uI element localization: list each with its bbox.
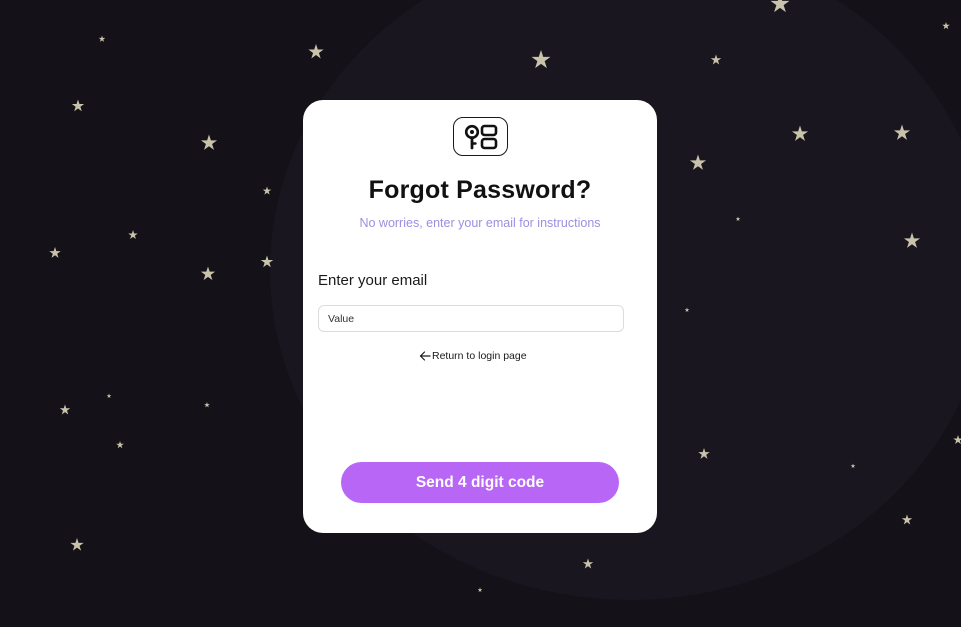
email-label: Enter your email [318,272,428,289]
send-code-button[interactable]: Send 4 digit code [341,462,619,503]
page-subtitle: No worries, enter your email for instruc… [359,216,601,230]
arrow-left-icon [419,351,431,361]
key-icon [461,123,501,151]
page-title: Forgot Password? [368,176,592,204]
email-input[interactable] [318,305,624,332]
return-to-login-label: Return to login page [432,350,527,362]
app-logo [453,117,508,156]
forgot-password-card: Forgot Password? No worries, enter your … [303,100,657,533]
return-to-login-link[interactable]: Return to login page [419,350,527,362]
